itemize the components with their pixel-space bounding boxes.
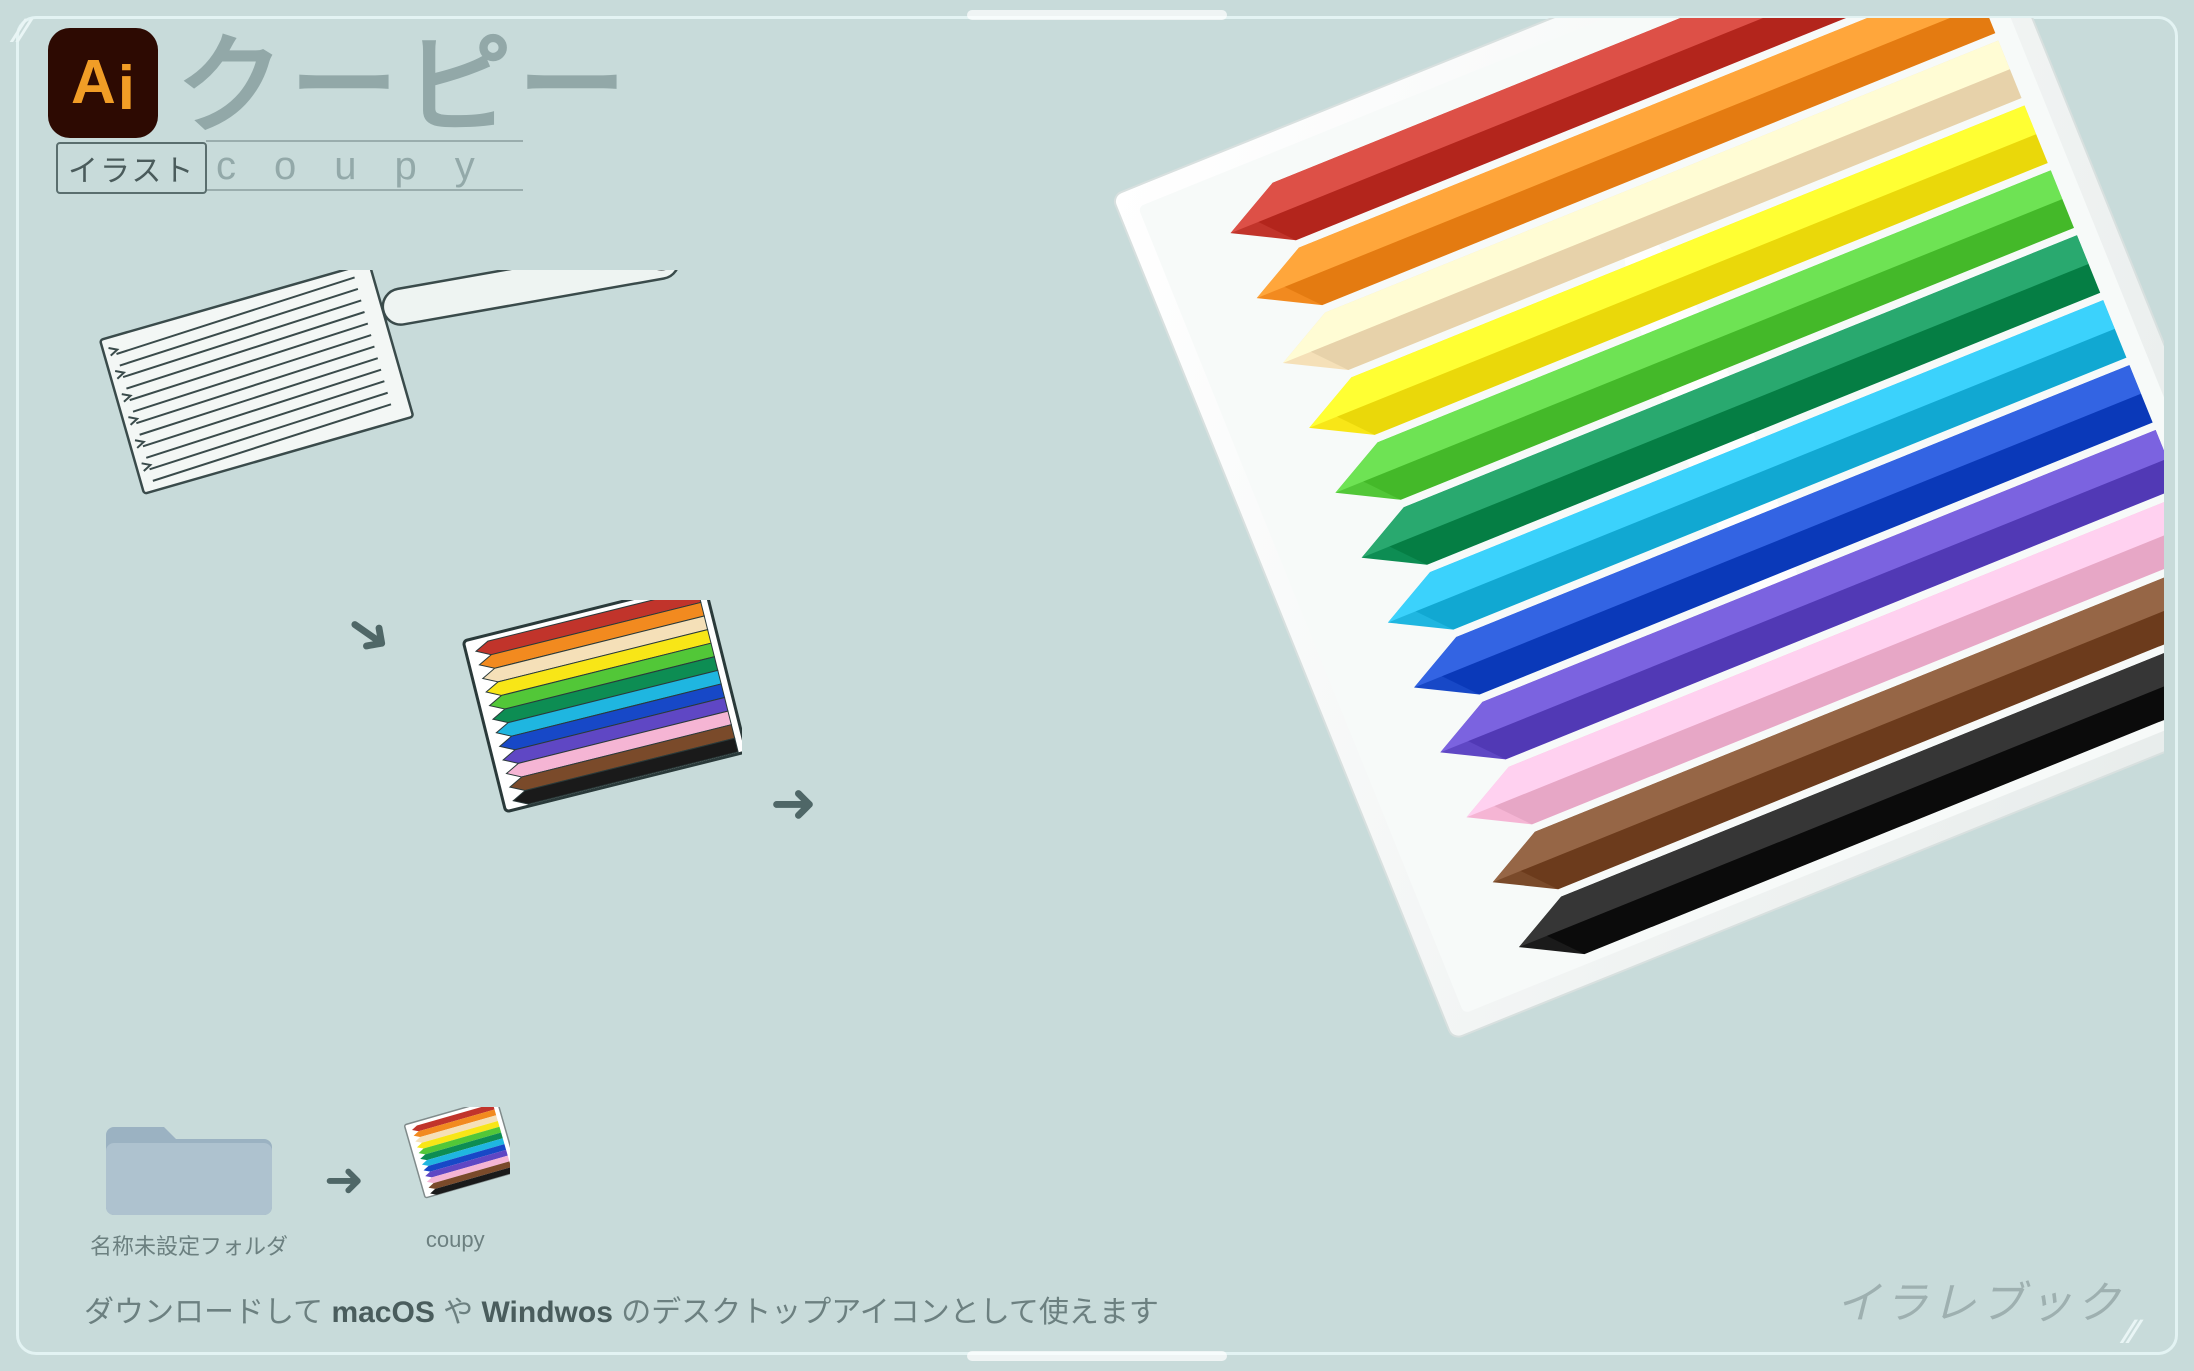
arrow-icon-3: ➜ [324, 1152, 364, 1208]
colored-sketch [452, 600, 742, 865]
coupy-folder-label: coupy [426, 1227, 485, 1253]
title-romaji: coupy [206, 140, 523, 191]
main-crayon-illustration [964, 18, 2164, 1338]
footer-mac: macOS [331, 1296, 434, 1329]
illust-badge: イラスト [56, 142, 207, 194]
footer-mid: や [435, 1296, 482, 1329]
ai-letter-a: A [71, 52, 116, 114]
ai-letter-i: i [118, 58, 135, 120]
footer-win: Windwos [482, 1296, 613, 1329]
coupy-icon [400, 1107, 510, 1217]
title-japanese: クーピー [176, 32, 632, 140]
title-block: クーピー coupy [176, 28, 632, 191]
folder-icon [104, 1099, 274, 1219]
frame-notch-bottom [967, 1351, 1227, 1361]
arrow-icon-2: ➜ [770, 770, 817, 836]
untitled-folder: 名称未設定フォルダ [90, 1099, 288, 1261]
adobe-illustrator-icon: Ai [48, 28, 158, 138]
footer-prefix: ダウンロードして [84, 1296, 331, 1329]
coupy-folder: coupy [400, 1107, 510, 1253]
folder-row: 名称未設定フォルダ ➜ coupy [90, 1099, 510, 1261]
untitled-folder-label: 名称未設定フォルダ [90, 1229, 288, 1261]
